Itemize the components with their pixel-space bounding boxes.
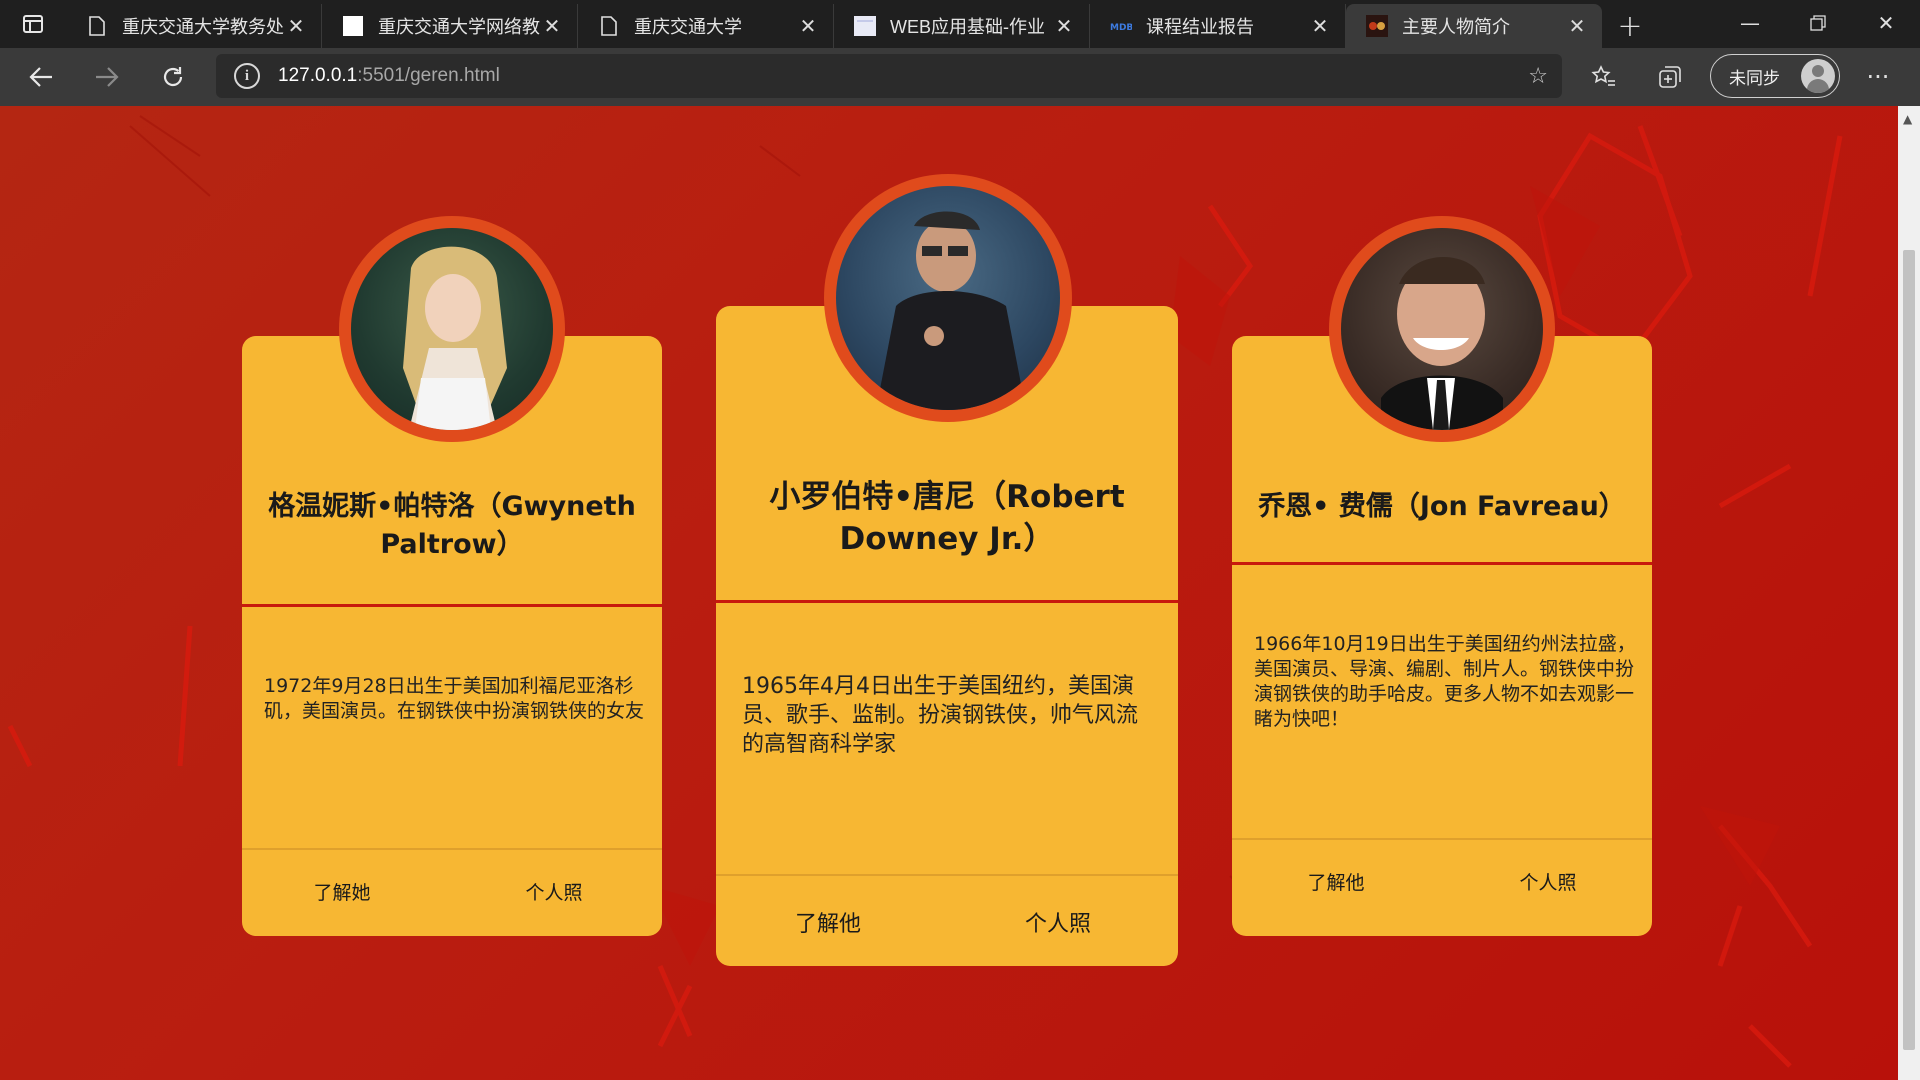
tab-title: 重庆交通大学 <box>634 17 742 37</box>
close-icon[interactable]: ✕ <box>1309 14 1331 38</box>
tab-web-homework[interactable]: WEB应用基础-作业 ✕ <box>834 4 1090 48</box>
refresh-icon <box>163 67 183 87</box>
portrait-favreau-illustration <box>1381 257 1503 430</box>
page-content: 格温妮斯•帕特洛（Gwyneth Paltrow） 1972年9月28日出生于美… <box>0 106 1898 1080</box>
tab-actions-icon <box>23 15 43 33</box>
scroll-up-arrow-icon[interactable]: ▲ <box>1903 112 1912 126</box>
tab-university[interactable]: 重庆交通大学 ✕ <box>578 4 834 48</box>
url-host: 127.0.0.1 <box>278 65 358 86</box>
avatar <box>1801 59 1835 93</box>
svg-text:MDB: MDB <box>1110 23 1132 32</box>
settings-more-button[interactable]: ··· <box>1852 48 1904 106</box>
avatar-downey[interactable] <box>824 174 1072 422</box>
card-footer-divider <box>716 874 1178 876</box>
close-icon[interactable]: ✕ <box>1053 14 1075 38</box>
window-controls: — ✕ <box>1716 0 1920 46</box>
scrollbar-thumb[interactable] <box>1903 250 1915 1050</box>
card-description: 1966年10月19日出生于美国纽约州法拉盛，美国演员、导演、编剧、制片人。钢铁… <box>1254 633 1636 731</box>
about-link[interactable]: 了解她 <box>282 878 402 905</box>
add-favorite-icon[interactable]: ☆ <box>1528 64 1548 89</box>
restore-button[interactable] <box>1784 0 1852 46</box>
photos-link[interactable]: 个人照 <box>1488 868 1608 895</box>
refresh-button[interactable] <box>140 48 206 106</box>
more-dots-icon: ··· <box>1866 63 1890 91</box>
minimize-icon: — <box>1740 11 1760 35</box>
restore-icon <box>1810 15 1826 31</box>
card-title-divider <box>242 604 662 607</box>
avatar-paltrow[interactable] <box>339 216 565 442</box>
close-window-button[interactable]: ✕ <box>1852 0 1920 46</box>
profile-sync-button[interactable]: 未同步 <box>1710 54 1840 98</box>
minimize-button[interactable]: — <box>1716 0 1784 46</box>
collections-icon <box>1659 66 1681 88</box>
card-title: 格温妮斯•帕特洛（Gwyneth Paltrow） <box>268 491 636 560</box>
back-arrow-icon <box>29 67 52 87</box>
tab-characters[interactable]: 主要人物简介 ✕ <box>1346 4 1602 48</box>
tab-title: 重庆交通大学教务处 <box>122 17 284 37</box>
about-link[interactable]: 了解他 <box>1276 868 1396 895</box>
avatar-favreau[interactable] <box>1329 216 1555 442</box>
new-tab-button[interactable]: + <box>1608 4 1652 48</box>
card-footer-divider <box>242 848 662 850</box>
tab-title: 课程结业报告 <box>1146 17 1254 37</box>
toolbar: i 127.0.0.1 :5501/geren.html ☆ <box>0 48 1920 106</box>
mdb-icon: MDB <box>1110 15 1132 37</box>
favorites-button[interactable] <box>1578 48 1630 106</box>
document-icon <box>598 15 620 37</box>
portrait-photo <box>351 228 553 430</box>
portrait-downey-illustration <box>876 211 1026 410</box>
info-icon[interactable]: i <box>234 63 260 89</box>
card-title-divider <box>716 600 1178 603</box>
back-button[interactable] <box>8 48 74 106</box>
address-bar[interactable]: i 127.0.0.1 :5501/geren.html ☆ <box>216 54 1562 98</box>
card-description: 1972年9月28日出生于美国加利福尼亚洛杉矶，美国演员。在钢铁侠中扮演钢铁侠的… <box>264 675 645 723</box>
collections-button[interactable] <box>1644 48 1696 106</box>
card-title: 小罗伯特•唐尼（Robert Downey Jr.） <box>769 479 1125 557</box>
close-icon[interactable]: ✕ <box>541 14 563 38</box>
forward-arrow-icon <box>96 67 119 87</box>
tab-title: 主要人物简介 <box>1402 17 1510 37</box>
close-icon[interactable]: ✕ <box>797 14 819 38</box>
close-window-icon: ✕ <box>1877 11 1895 35</box>
forward-button[interactable] <box>74 48 140 106</box>
sync-status-label: 未同步 <box>1729 68 1780 89</box>
photos-link[interactable]: 个人照 <box>998 906 1118 938</box>
close-icon[interactable]: ✕ <box>1566 14 1588 38</box>
browser-window: 重庆交通大学教务处 ✕ 重庆交通大学网络教 ✕ 重庆交通大学 ✕ WEB应用基础… <box>0 0 1920 1080</box>
plus-icon: + <box>1617 8 1643 44</box>
tab-actions-button[interactable] <box>0 0 66 48</box>
site-icon <box>1366 15 1388 37</box>
vertical-scrollbar[interactable]: ▲ <box>1898 106 1920 1080</box>
tab-strip: 重庆交通大学教务处 ✕ 重庆交通大学网络教 ✕ 重庆交通大学 ✕ WEB应用基础… <box>0 0 1920 48</box>
favorites-icon <box>1591 65 1615 86</box>
card-footer-divider <box>1232 838 1652 840</box>
url-path: :5501/geren.html <box>357 65 500 86</box>
about-link[interactable]: 了解他 <box>768 906 888 938</box>
portrait-paltrow-illustration <box>403 246 507 430</box>
tab-network-edu[interactable]: 重庆交通大学网络教 ✕ <box>322 4 578 48</box>
close-icon[interactable]: ✕ <box>285 14 307 38</box>
card-title-divider <box>1232 562 1652 565</box>
tab-title: WEB应用基础-作业 <box>890 17 1045 37</box>
portrait-photo <box>836 186 1060 410</box>
tab-jiaowuchu[interactable]: 重庆交通大学教务处 ✕ <box>66 4 322 48</box>
document-icon <box>86 15 108 37</box>
portrait-photo <box>1341 228 1543 430</box>
tab-title: 重庆交通大学网络教 <box>378 17 540 37</box>
photos-link[interactable]: 个人照 <box>494 878 614 905</box>
card-description: 1965年4月4日出生于美国纽约，美国演员、歌手、监制。扮演钢铁侠，帅气风流的高… <box>742 674 1139 758</box>
tab-course-report[interactable]: MDB 课程结业报告 ✕ <box>1090 4 1346 48</box>
page-icon <box>854 15 876 37</box>
blank-page-icon <box>342 15 364 37</box>
card-title: 乔恩• 费儒（Jon Favreau） <box>1258 491 1626 522</box>
